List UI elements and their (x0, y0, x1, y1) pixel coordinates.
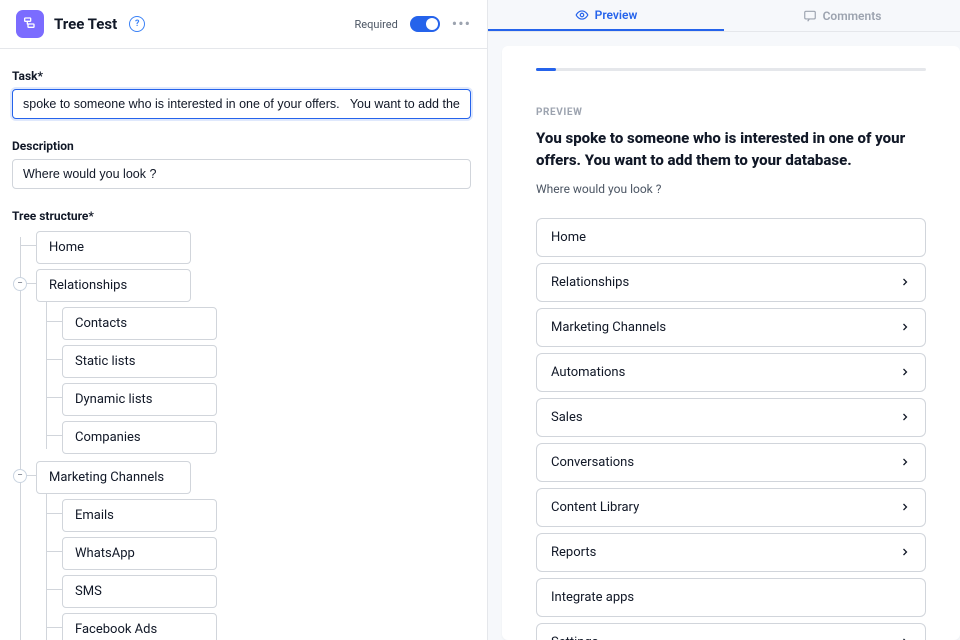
tree-test-logo-icon (16, 10, 44, 38)
description-label: Description (12, 139, 471, 153)
tree-node-emails[interactable]: Emails (62, 499, 217, 532)
preview-item-label: Content Library (551, 500, 639, 515)
preview-item-list: Home Relationships Marketing Channels Autom… (536, 218, 926, 640)
tree-node-contacts[interactable]: Contacts (62, 307, 217, 340)
preview-task-desc: Where would you look ? (536, 182, 926, 196)
description-input[interactable] (12, 159, 471, 189)
editor-header: Tree Test ? Required ••• (0, 0, 487, 49)
preview-badge: PREVIEW (536, 107, 926, 118)
preview-card: PREVIEW You spoke to someone who is inte… (502, 46, 960, 640)
tree-node-label: WhatsApp (75, 546, 135, 561)
preview-task-title: You spoke to someone who is interested i… (536, 128, 926, 172)
chevron-right-icon (899, 546, 911, 558)
chevron-right-icon (899, 411, 911, 423)
preview-item-label: Automations (551, 365, 625, 380)
tree-node-label: Dynamic lists (75, 392, 153, 407)
preview-item[interactable]: Content Library (536, 488, 926, 527)
tree-node-label: Emails (75, 508, 114, 523)
tree-node-companies[interactable]: Companies (62, 421, 217, 454)
tree-node-label: Marketing Channels (49, 470, 164, 485)
tree-node-home[interactable]: Home (36, 231, 191, 264)
tab-label: Preview (595, 8, 638, 22)
preview-item[interactable]: Automations (536, 353, 926, 392)
tree-structure-editor: − − Home Relationships Contacts Static l… (12, 229, 471, 640)
preview-item-label: Reports (551, 545, 596, 560)
tree-node-marketing-channels[interactable]: Marketing Channels (36, 461, 191, 494)
preview-item-label: Integrate apps (551, 590, 634, 605)
preview-item[interactable]: Relationships (536, 263, 926, 302)
preview-item-label: Relationships (551, 275, 629, 290)
collapse-relationships-icon[interactable]: − (13, 277, 27, 291)
progress-bar (536, 68, 926, 71)
right-tabs: Preview Comments (488, 0, 960, 32)
tree-node-whatsapp[interactable]: WhatsApp (62, 537, 217, 570)
chevron-right-icon (899, 276, 911, 288)
preview-item[interactable]: Home (536, 218, 926, 257)
tree-node-facebook-ads[interactable]: Facebook Ads (62, 613, 217, 640)
page-title: Tree Test (54, 15, 117, 33)
tree-node-label: Companies (75, 430, 141, 445)
preview-item[interactable]: Sales (536, 398, 926, 437)
chevron-right-icon (899, 501, 911, 513)
tree-node-sms[interactable]: SMS (62, 575, 217, 608)
preview-item-label: Marketing Channels (551, 320, 666, 335)
tree-node-label: Facebook Ads (75, 622, 157, 637)
chevron-right-icon (899, 366, 911, 378)
task-label: Task* (12, 69, 471, 83)
eye-icon (575, 8, 589, 22)
preview-item[interactable]: Settings (536, 623, 926, 640)
tree-node-label: Contacts (75, 316, 127, 331)
chevron-right-icon (899, 636, 911, 640)
preview-item-label: Home (551, 230, 586, 245)
preview-item[interactable]: Integrate apps (536, 578, 926, 617)
tree-node-label: Home (49, 240, 84, 255)
tab-label: Comments (823, 9, 882, 23)
help-icon[interactable]: ? (129, 16, 145, 32)
required-label: Required (355, 18, 398, 31)
tree-node-label: Relationships (49, 278, 127, 293)
tab-preview[interactable]: Preview (488, 0, 724, 31)
tree-node-label: SMS (75, 584, 102, 599)
preview-item-label: Settings (551, 635, 598, 640)
chevron-right-icon (899, 321, 911, 333)
tree-node-label: Static lists (75, 354, 135, 369)
preview-item[interactable]: Marketing Channels (536, 308, 926, 347)
tree-node-relationships[interactable]: Relationships (36, 269, 191, 302)
preview-item[interactable]: Reports (536, 533, 926, 572)
tree-node-dynamic-lists[interactable]: Dynamic lists (62, 383, 217, 416)
comment-icon (803, 9, 817, 23)
preview-item-label: Conversations (551, 455, 634, 470)
collapse-marketing-icon[interactable]: − (13, 469, 27, 483)
chevron-right-icon (899, 456, 911, 468)
tab-comments[interactable]: Comments (724, 0, 960, 31)
task-input[interactable] (12, 89, 471, 119)
required-toggle[interactable] (410, 16, 440, 32)
tree-node-static-lists[interactable]: Static lists (62, 345, 217, 378)
tree-structure-label: Tree structure* (12, 209, 471, 223)
preview-item[interactable]: Conversations (536, 443, 926, 482)
preview-item-label: Sales (551, 410, 583, 425)
more-menu-icon[interactable]: ••• (452, 16, 471, 32)
